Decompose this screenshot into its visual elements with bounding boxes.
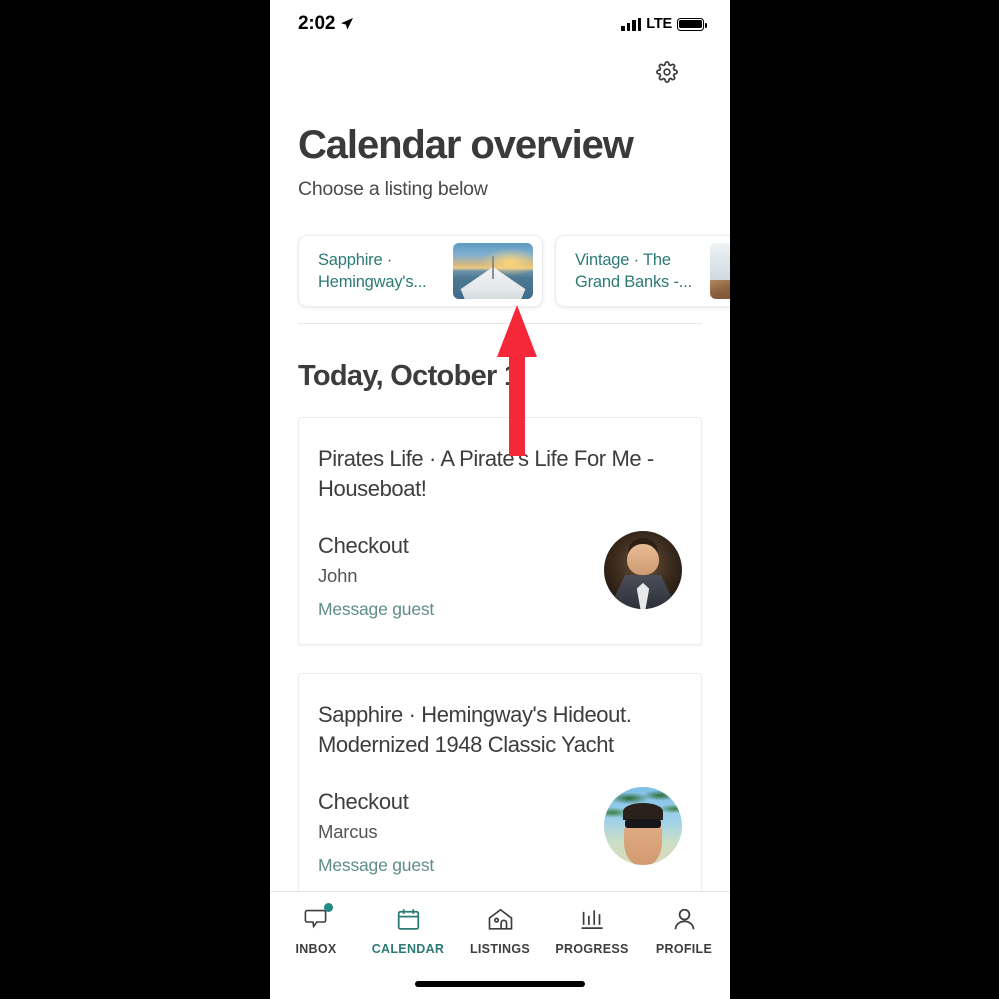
section-divider (298, 323, 702, 325)
reservation-card[interactable]: Sapphire · Hemingway's Hideout. Moderniz… (298, 673, 702, 902)
chat-bubble-icon (300, 903, 333, 934)
inbox-badge-dot (324, 903, 333, 912)
person-icon (668, 904, 700, 934)
message-guest-link[interactable]: Message guest (318, 599, 434, 620)
reservation-guest-name: Marcus (318, 821, 378, 843)
listing-chip-vintage[interactable]: Vintage · The Grand Banks -... (555, 235, 730, 308)
tab-label: PROFILE (655, 942, 713, 956)
house-icon (484, 904, 516, 934)
top-action-row (270, 48, 730, 96)
guest-avatar-marcus (604, 787, 682, 866)
settings-button[interactable] (652, 57, 682, 87)
tab-calendar[interactable]: CALENDAR (362, 904, 454, 956)
tab-label: LISTINGS (469, 942, 531, 956)
listing-chip-label: Sapphire · Hemingway's... (318, 251, 427, 292)
listing-chip-label: Vintage · The Grand Banks -... (575, 251, 692, 292)
reservation-guest-name: John (318, 565, 358, 587)
tab-label: CALENDAR (371, 942, 445, 956)
gear-icon (656, 61, 678, 83)
reservation-list: Pirates Life · A Pirate's Life For Me - … (270, 417, 730, 902)
listing-selector-scroller[interactable]: Sapphire · Hemingway's... Vintage · The … (270, 229, 730, 317)
reservation-status: Checkout (318, 533, 409, 559)
screenshot-canvas: 2:02 LTE Calendar overview Choose a list… (0, 0, 999, 999)
message-guest-link[interactable]: Message guest (318, 855, 434, 876)
boat-sunset-thumbnail (453, 243, 533, 300)
bar-chart-icon (576, 904, 608, 934)
reservation-body: Checkout Marcus Message guest (318, 787, 682, 876)
bottom-tab-bar: INBOX CALENDAR LISTINGS PROGRESS PROFILE (270, 891, 730, 999)
status-bar: 2:02 LTE (270, 0, 730, 48)
listing-chip-sapphire[interactable]: Sapphire · Hemingway's... (298, 235, 543, 308)
reservation-title: Pirates Life · A Pirate's Life For Me - … (318, 446, 654, 501)
home-indicator (415, 981, 585, 987)
tab-label: INBOX (295, 942, 337, 956)
page-subtitle: Choose a listing below (298, 178, 488, 201)
tab-inbox[interactable]: INBOX (270, 903, 362, 956)
today-heading: Today, October 1 (298, 360, 520, 393)
network-label: LTE (646, 16, 672, 32)
reservation-info: Checkout Marcus Message guest (318, 787, 434, 876)
location-arrow-icon (341, 18, 354, 30)
page-title: Calendar overview (298, 123, 634, 167)
status-bar-left: 2:02 (298, 13, 354, 35)
tab-progress[interactable]: PROGRESS (546, 904, 638, 956)
reservation-status: Checkout (318, 789, 409, 815)
signal-bars-icon (621, 17, 642, 31)
guest-avatar-john (604, 531, 682, 610)
reservation-title: Sapphire · Hemingway's Hideout. Moderniz… (318, 702, 632, 757)
status-time: 2:02 (298, 13, 336, 34)
reservation-card[interactable]: Pirates Life · A Pirate's Life For Me - … (298, 417, 702, 646)
tab-label: PROGRESS (555, 942, 629, 956)
tab-listings[interactable]: LISTINGS (454, 904, 546, 956)
page-header: Calendar overview Choose a listing below (270, 96, 730, 201)
phone-viewport: 2:02 LTE Calendar overview Choose a list… (270, 0, 730, 999)
reservation-info: Checkout John Message guest (318, 531, 434, 620)
yacht-interior-thumbnail (710, 243, 730, 300)
battery-full-icon (677, 17, 707, 31)
status-bar-right: LTE (621, 16, 707, 32)
reservation-body: Checkout John Message guest (318, 531, 682, 620)
calendar-icon (392, 904, 424, 934)
tab-profile[interactable]: PROFILE (638, 904, 730, 956)
